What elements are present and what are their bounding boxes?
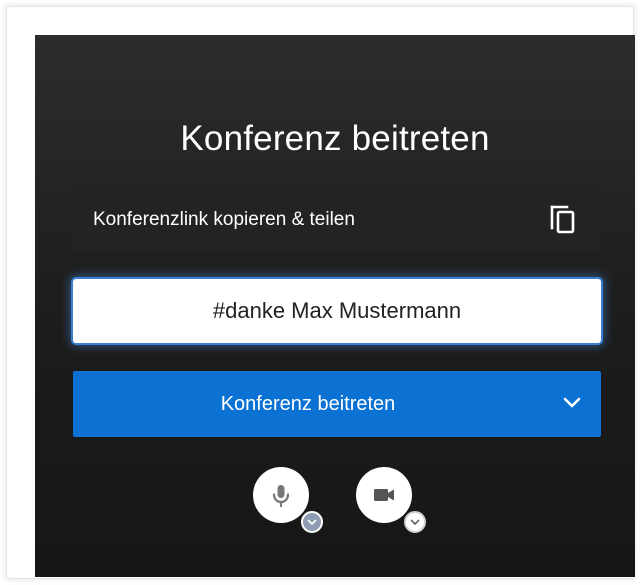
microphone-options-button[interactable]: [301, 511, 323, 533]
dialog-title: Konferenz beitreten: [180, 119, 490, 158]
display-name-input[interactable]: [73, 279, 601, 343]
copy-icon[interactable]: [549, 203, 579, 235]
display-name-field-wrapper: [73, 279, 601, 343]
join-conference-button[interactable]: Konferenz beitreten: [73, 371, 601, 437]
microphone-toggle-button[interactable]: [253, 467, 309, 523]
share-link-row[interactable]: Konferenzlink kopieren & teilen: [73, 187, 601, 251]
join-conference-label: Konferenz beitreten: [220, 393, 396, 415]
screenshot-frame: Konferenz beitreten Konferenzlink kopier…: [6, 6, 635, 579]
camera-toggle-button[interactable]: [356, 467, 412, 523]
share-link-label: Konferenzlink kopieren & teilen: [93, 209, 355, 230]
microphone-icon: [272, 485, 290, 508]
chevron-down-icon: [307, 519, 317, 525]
chevron-down-icon[interactable]: [561, 391, 583, 413]
camera-options-button[interactable]: [404, 511, 426, 533]
chevron-down-icon: [410, 519, 420, 525]
prejoin-panel: Konferenz beitreten Konferenzlink kopier…: [35, 35, 635, 577]
video-camera-icon: [374, 489, 394, 501]
